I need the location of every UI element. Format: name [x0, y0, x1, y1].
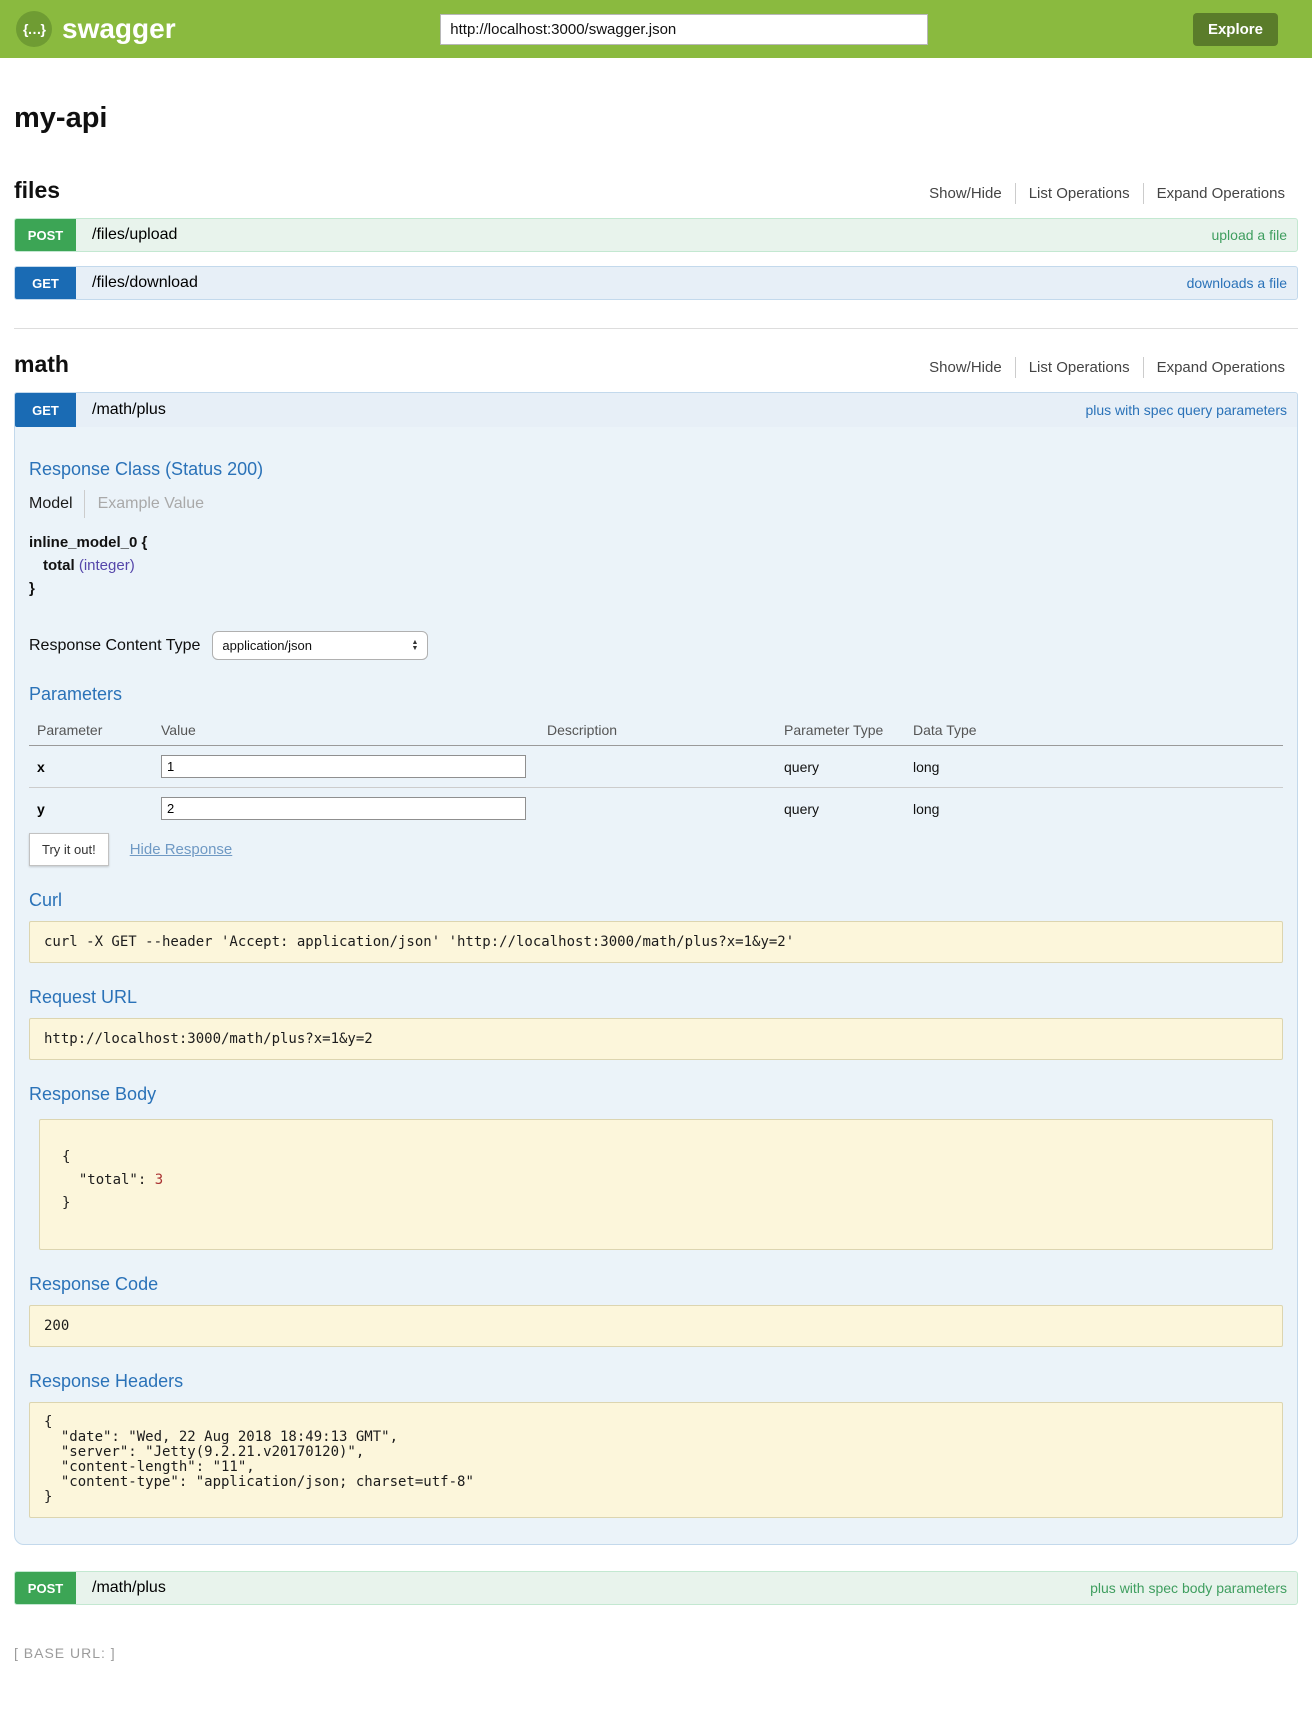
files-section-title: files: [14, 177, 60, 204]
selected-content-type: application/json: [222, 638, 312, 653]
spec-url-input[interactable]: [440, 14, 928, 45]
json-open-brace: {: [62, 1149, 70, 1165]
col-header-data-type: Data Type: [905, 715, 1283, 746]
math-list-operations-link[interactable]: List Operations: [1015, 357, 1143, 378]
math-section-title: math: [14, 351, 69, 378]
try-it-out-button[interactable]: Try it out!: [29, 833, 109, 866]
model-name: inline_model_0 {: [29, 534, 147, 551]
param-row-x: x query long: [29, 746, 1283, 788]
hide-response-link[interactable]: Hide Response: [130, 841, 233, 858]
param-y-input[interactable]: [161, 797, 526, 820]
col-header-value: Value: [153, 715, 539, 746]
request-url: http://localhost:3000/math/plus?x=1&y=2: [44, 1031, 1268, 1047]
math-expand-operations-link[interactable]: Expand Operations: [1143, 357, 1298, 378]
math-section: math Show/Hide List Operations Expand Op…: [14, 351, 1298, 1605]
response-body-heading: Response Body: [29, 1084, 1283, 1105]
response-content-type-row: Response Content Type application/json ▲…: [29, 631, 1283, 660]
op-row-get-files-download[interactable]: GET /files/download downloads a file: [14, 266, 1298, 300]
response-code-heading: Response Code: [29, 1274, 1283, 1295]
swagger-braces-icon: {…}: [16, 11, 52, 47]
get-method-badge: GET: [15, 393, 76, 427]
files-show-hide-link[interactable]: Show/Hide: [916, 183, 1015, 204]
parameters-heading: Parameters: [29, 684, 1283, 705]
json-close-brace: }: [62, 1195, 70, 1211]
response-code: 200: [44, 1318, 1268, 1334]
files-section: files Show/Hide List Operations Expand O…: [14, 177, 1298, 300]
json-number-value: 3: [155, 1172, 163, 1188]
post-method-badge: POST: [15, 1572, 76, 1604]
model-tabs: Model Example Value: [29, 490, 1283, 518]
request-url-block: http://localhost:3000/math/plus?x=1&y=2: [29, 1018, 1283, 1060]
response-body-block: { "total": 3 }: [39, 1119, 1273, 1250]
op-row-post-math-plus[interactable]: POST /math/plus plus with spec body para…: [14, 1571, 1298, 1605]
param-data-type: long: [905, 746, 1283, 788]
brand-title: swagger: [62, 13, 176, 45]
param-type: query: [776, 788, 905, 830]
op-summary-math-plus-post[interactable]: plus with spec body parameters: [1090, 1580, 1287, 1596]
tab-example-value[interactable]: Example Value: [84, 490, 204, 518]
post-method-badge: POST: [15, 219, 76, 251]
swagger-logo-link[interactable]: {…} swagger: [16, 11, 176, 47]
param-name: y: [29, 788, 153, 830]
section-divider: [14, 328, 1298, 329]
json-key: "total":: [79, 1172, 155, 1188]
op-path-files-download[interactable]: /files/download: [92, 274, 198, 292]
base-url-footer: [ BASE URL: ]: [14, 1645, 1298, 1661]
math-section-controls: Show/Hide List Operations Expand Operati…: [916, 357, 1298, 378]
get-method-badge: GET: [15, 267, 76, 299]
files-list-operations-link[interactable]: List Operations: [1015, 183, 1143, 204]
param-description: [539, 746, 776, 788]
op-summary-files-upload[interactable]: upload a file: [1211, 227, 1287, 243]
op-path-files-upload[interactable]: /files/upload: [92, 226, 177, 244]
select-updown-icon: ▲▼: [411, 640, 418, 652]
response-code-block: 200: [29, 1305, 1283, 1347]
response-class-heading: Response Class (Status 200): [29, 459, 1283, 480]
files-expand-operations-link[interactable]: Expand Operations: [1143, 183, 1298, 204]
header-bar: {…} swagger Explore: [0, 0, 1312, 58]
response-headers-heading: Response Headers: [29, 1371, 1283, 1392]
model-signature: inline_model_0 { total (integer) }: [29, 534, 1283, 597]
op-row-get-math-plus[interactable]: GET /math/plus plus with spec query para…: [15, 393, 1297, 427]
param-x-input[interactable]: [161, 755, 526, 778]
op-path-math-plus[interactable]: /math/plus: [92, 401, 166, 419]
tab-model[interactable]: Model: [29, 490, 84, 518]
response-headers-block: { "date": "Wed, 22 Aug 2018 18:49:13 GMT…: [29, 1402, 1283, 1518]
operation-detail-panel: Response Class (Status 200) Model Exampl…: [15, 427, 1297, 1544]
param-row-y: y query long: [29, 788, 1283, 830]
op-summary-files-download[interactable]: downloads a file: [1187, 275, 1287, 291]
files-section-controls: Show/Hide List Operations Expand Operati…: [916, 183, 1298, 204]
model-close-brace: }: [29, 580, 35, 597]
explore-button[interactable]: Explore: [1193, 13, 1278, 46]
model-prop-type: (integer): [79, 557, 135, 574]
response-body-json: { "total": 3 }: [62, 1146, 1252, 1215]
math-show-hide-link[interactable]: Show/Hide: [916, 357, 1015, 378]
curl-command-block: curl -X GET --header 'Accept: applicatio…: [29, 921, 1283, 963]
col-header-parameter-type: Parameter Type: [776, 715, 905, 746]
model-prop-name: total: [43, 557, 75, 574]
actions-row: Try it out! Hide Response: [29, 833, 1283, 866]
param-description: [539, 788, 776, 830]
param-type: query: [776, 746, 905, 788]
op-expanded-get-math-plus: GET /math/plus plus with spec query para…: [14, 392, 1298, 1545]
col-header-parameter: Parameter: [29, 715, 153, 746]
parameters-table: Parameter Value Description Parameter Ty…: [29, 715, 1283, 829]
request-url-heading: Request URL: [29, 987, 1283, 1008]
param-data-type: long: [905, 788, 1283, 830]
page-title: my-api: [14, 102, 1298, 135]
response-headers-json: { "date": "Wed, 22 Aug 2018 18:49:13 GMT…: [44, 1415, 1268, 1505]
op-summary-math-plus[interactable]: plus with spec query parameters: [1085, 402, 1287, 418]
op-row-post-files-upload[interactable]: POST /files/upload upload a file: [14, 218, 1298, 252]
curl-command: curl -X GET --header 'Accept: applicatio…: [44, 934, 1268, 950]
response-content-type-label: Response Content Type: [29, 637, 200, 655]
op-path-math-plus-post[interactable]: /math/plus: [92, 1579, 166, 1597]
response-content-type-select[interactable]: application/json ▲▼: [212, 631, 428, 660]
curl-heading: Curl: [29, 890, 1283, 911]
param-name: x: [29, 746, 153, 788]
col-header-description: Description: [539, 715, 776, 746]
